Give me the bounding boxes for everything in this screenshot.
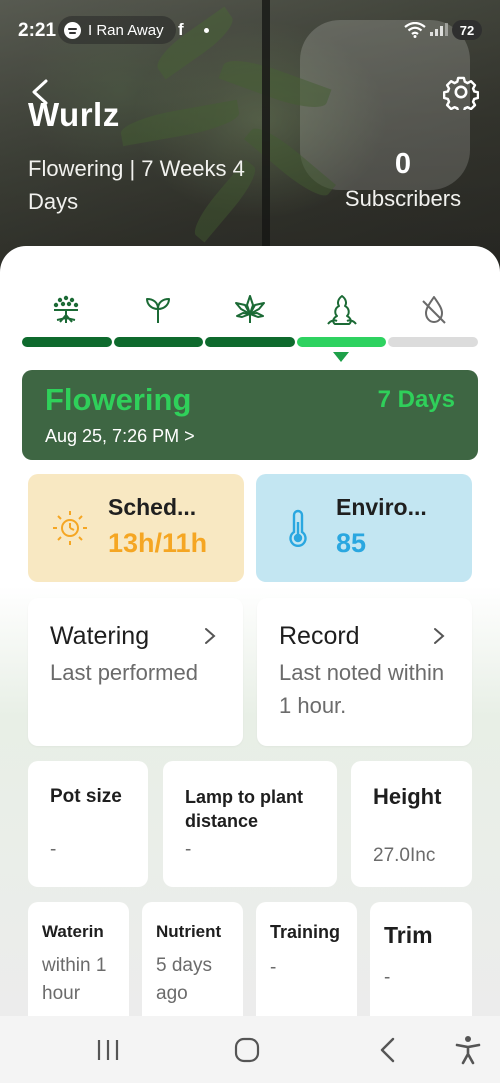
recent-trim-card[interactable]: Trim - — [370, 902, 472, 1026]
subscribers-label: Subscribers — [344, 186, 462, 211]
status-bar: 2:21 I Ran Away f 72 — [0, 0, 500, 60]
height-title: Height — [373, 784, 442, 809]
sun-icon — [53, 511, 87, 545]
seedling-icon[interactable] — [138, 290, 178, 330]
recent-trim-title: Trim — [384, 922, 433, 948]
stage-tabs — [22, 290, 478, 330]
back-icon[interactable] — [372, 1034, 404, 1066]
home-icon[interactable] — [231, 1034, 263, 1066]
recent-trim-value: - — [384, 967, 391, 988]
battery-indicator: 72 — [452, 20, 482, 40]
stage-days: 7 Days — [377, 386, 455, 413]
watering-card[interactable]: Watering Last performed — [28, 598, 243, 746]
height-card[interactable]: Height 27.0Inc — [351, 761, 472, 887]
schedule-value: 13h/11h — [108, 528, 208, 558]
signal-icon — [430, 22, 448, 36]
recent-watering-value: within 1 hour — [42, 955, 107, 1004]
plant-detail-sheet: Flowering 7 Days Aug 25, 7:26 PM > Sched… — [0, 246, 500, 1026]
chevron-right-icon — [434, 628, 445, 644]
lamp-distance-card[interactable]: Lamp to plant distance - — [163, 761, 337, 887]
notification-dot-icon — [204, 28, 209, 33]
pot-size-card[interactable]: Pot size - — [28, 761, 148, 887]
recent-training-value: - — [270, 957, 277, 978]
stage-segment — [113, 337, 204, 347]
flowering-bud-icon[interactable] — [322, 290, 362, 330]
plant-name: Wurlz — [28, 96, 120, 133]
subscribers-count: 0 — [394, 148, 412, 180]
germination-icon[interactable] — [46, 290, 86, 330]
recent-training-card[interactable]: Training - — [256, 902, 357, 1026]
gear-icon[interactable] — [443, 74, 479, 110]
stage-progress-bar — [22, 337, 478, 347]
watering-desc: Last performed — [50, 660, 198, 685]
thermometer-icon — [289, 509, 307, 547]
stage-segment-active — [296, 337, 387, 347]
height-value: 27.0Inc — [373, 845, 436, 866]
media-chip[interactable]: I Ran Away — [58, 16, 176, 44]
lamp-distance-title: Lamp to plant distance — [185, 787, 303, 831]
recent-apps-icon[interactable] — [92, 1034, 124, 1066]
current-stage-marker-icon — [333, 352, 349, 362]
stage-segment — [205, 337, 295, 347]
recent-watering-card[interactable]: Waterin within 1 hour — [28, 902, 129, 1026]
stage-segment — [388, 337, 478, 347]
status-time: 2:21 — [18, 20, 57, 41]
stage-name: Flowering — [45, 382, 192, 417]
environment-title: Enviro... — [336, 494, 427, 520]
recent-training-title: Training — [270, 922, 341, 942]
pot-size-title: Pot size — [50, 786, 122, 807]
wifi-icon — [404, 22, 426, 38]
schedule-title: Sched... — [108, 494, 197, 520]
environment-value: 85 — [336, 528, 367, 558]
subscribers[interactable]: 0 Subscribers — [330, 146, 476, 216]
recent-nutrient-title: Nutrient — [156, 922, 222, 941]
drying-icon[interactable] — [414, 290, 454, 330]
stage-summary: Flowering | 7 Weeks 4 Days — [28, 156, 245, 214]
chevron-right-icon — [205, 628, 216, 644]
record-card[interactable]: Record Last noted within 1 hour. — [257, 598, 472, 746]
record-title: Record — [279, 622, 360, 650]
recent-nutrient-card[interactable]: Nutrient 5 days ago — [142, 902, 243, 1026]
stage-segment — [22, 337, 112, 347]
environment-card[interactable]: Enviro... 85 — [256, 474, 472, 582]
record-desc: Last noted within 1 hour. — [279, 660, 445, 718]
stage-start-date: Aug 25, 7:26 PM > — [45, 426, 195, 446]
recent-nutrient-value: 5 days ago — [156, 955, 212, 1004]
accessibility-icon[interactable] — [452, 1034, 484, 1066]
media-title: I Ran Away — [88, 21, 164, 39]
current-stage-card[interactable]: Flowering 7 Days Aug 25, 7:26 PM > — [22, 370, 478, 460]
recent-watering-title: Waterin — [42, 922, 104, 941]
schedule-card[interactable]: Sched... 13h/11h — [28, 474, 244, 582]
lamp-distance-value: - — [185, 839, 192, 860]
pot-size-value: - — [50, 839, 57, 860]
vegetative-leaf-icon[interactable] — [230, 290, 270, 330]
spotify-icon — [64, 21, 81, 39]
facebook-icon: f — [178, 20, 184, 39]
watering-title: Watering — [50, 622, 150, 650]
system-nav-bar — [0, 1016, 500, 1083]
